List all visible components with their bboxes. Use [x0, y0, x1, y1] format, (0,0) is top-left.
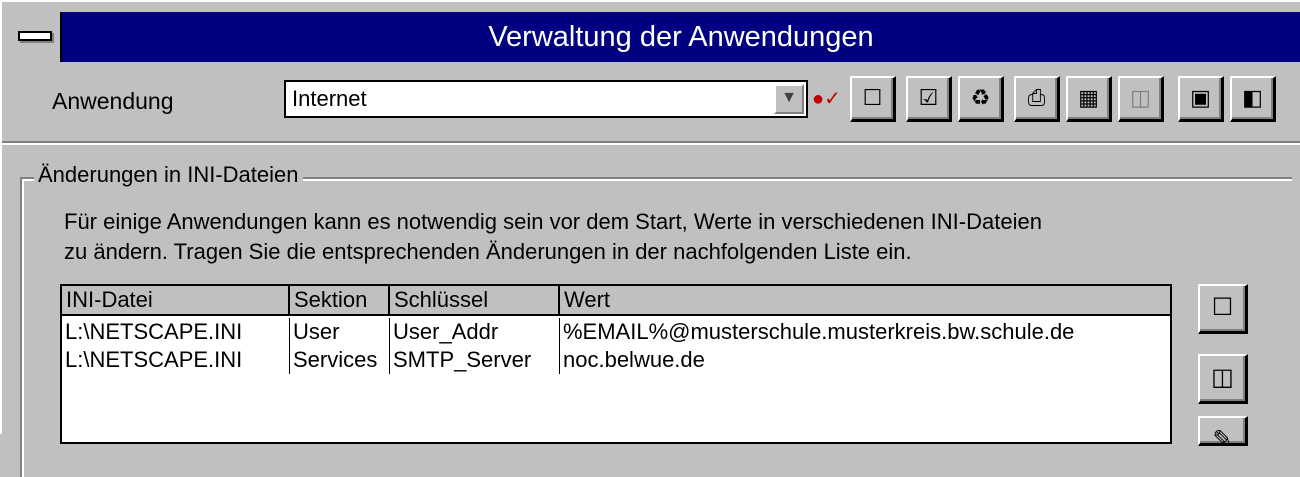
system-menu-button[interactable]	[10, 12, 62, 62]
new-button[interactable]: ☐	[850, 76, 896, 122]
new-entry-icon: ☐	[1211, 294, 1234, 321]
application-value: Internet	[292, 86, 367, 111]
print-button[interactable]: ⎙	[1014, 76, 1060, 122]
check-button[interactable]: ☑	[906, 76, 952, 122]
application-label: Anwendung	[52, 88, 174, 114]
cell-sektion: User	[290, 318, 390, 346]
ini-changes-table[interactable]: INI-Datei Sektion Schlüssel Wert L:\NETS…	[60, 284, 1172, 444]
table-row[interactable]: L:\NETSCAPE.INI Services SMTP_Server noc…	[62, 346, 1170, 374]
film-button[interactable]: ▦	[1066, 76, 1112, 122]
cell-ini-datei: L:\NETSCAPE.INI	[62, 318, 290, 346]
window-title: Verwaltung der Anwendungen	[488, 21, 874, 53]
group-description: Für einige Anwendungen kann es notwendig…	[64, 207, 1164, 267]
delete-button[interactable]: ♻	[958, 76, 1004, 122]
save-icon: ▣	[1190, 85, 1211, 110]
system-menu-icon	[18, 31, 52, 41]
open-file-button[interactable]: ◫	[1198, 354, 1248, 404]
column-header-sektion[interactable]: Sektion	[290, 286, 390, 314]
exit-button[interactable]: ◧	[1230, 76, 1276, 122]
open-folder-icon: ◫	[1130, 85, 1151, 110]
description-line-2: zu ändern. Tragen Sie die entsprechenden…	[64, 239, 912, 264]
table-row[interactable]: L:\NETSCAPE.INI User User_Addr %EMAIL%@m…	[62, 318, 1170, 346]
application-window: Verwaltung der Anwendungen Anwendung Int…	[0, 0, 1300, 477]
new-icon: ☐	[862, 85, 883, 110]
open-button[interactable]: ◫	[1118, 76, 1164, 122]
check-icon: ☑	[918, 85, 939, 110]
print-icon: ⎙	[1027, 85, 1046, 110]
table-header: INI-Datei Sektion Schlüssel Wert	[62, 286, 1170, 316]
dropdown-arrow-icon[interactable]: ▼	[774, 84, 804, 114]
exit-door-icon: ◧	[1242, 85, 1263, 110]
title-bar: Verwaltung der Anwendungen	[10, 12, 1300, 62]
save-button[interactable]: ▣	[1178, 76, 1224, 122]
film-icon: ▦	[1078, 85, 1099, 110]
edit-entry-button[interactable]: ✎	[1198, 416, 1248, 453]
application-combobox[interactable]: Internet ▼	[284, 80, 808, 118]
column-header-wert[interactable]: Wert	[560, 286, 1170, 314]
cell-schluessel: User_Addr	[390, 318, 560, 346]
group-title: Änderungen in INI-Dateien	[34, 162, 303, 188]
new-entry-button[interactable]: ☐	[1198, 284, 1248, 334]
cell-sektion: Services	[290, 346, 390, 374]
cell-wert: %EMAIL%@musterschule.musterkreis.bw.schu…	[563, 319, 1075, 344]
cell-wert: noc.belwue.de	[563, 347, 705, 372]
cell-ini-datei: L:\NETSCAPE.INI	[62, 346, 290, 374]
open-file-icon: ◫	[1211, 364, 1234, 391]
column-header-schluessel[interactable]: Schlüssel	[390, 286, 560, 314]
status-check-icon: ●✓	[812, 88, 841, 110]
edit-icon: ✎	[1212, 426, 1233, 453]
description-line-1: Für einige Anwendungen kann es notwendig…	[64, 209, 1042, 234]
toolbar-divider	[2, 141, 1300, 145]
column-header-ini-datei[interactable]: INI-Datei	[62, 286, 290, 314]
cell-schluessel: SMTP_Server	[390, 346, 560, 374]
trash-icon: ♻	[970, 85, 991, 110]
